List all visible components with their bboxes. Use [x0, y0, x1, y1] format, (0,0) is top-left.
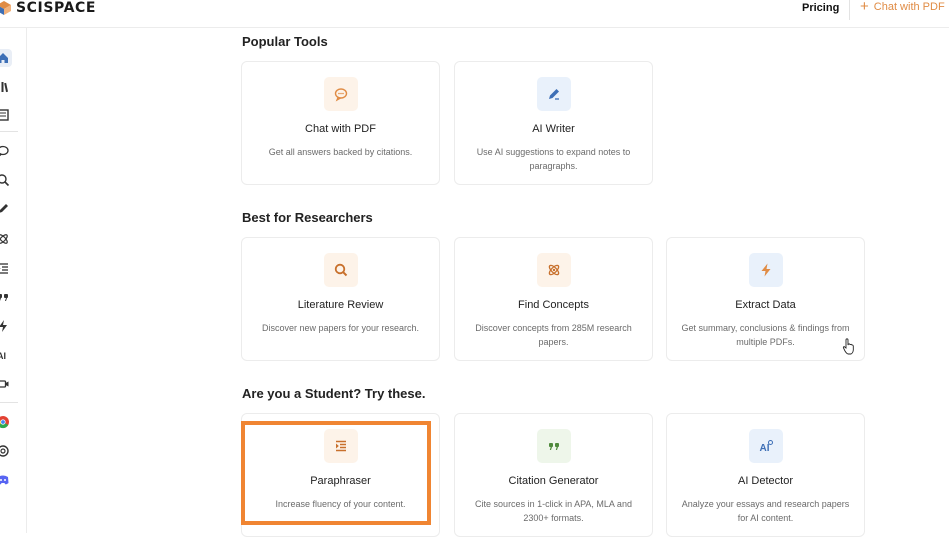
- video-icon[interactable]: [0, 375, 12, 393]
- card-description: Get summary, conclusions & findings from…: [681, 323, 850, 347]
- card-description: Discover new papers for your research.: [261, 323, 420, 333]
- quote-icon[interactable]: [0, 288, 12, 306]
- card-description: Discover concepts from 285M research pap…: [475, 323, 632, 347]
- sidebar: AI: [0, 28, 27, 533]
- card-description: Cite sources in 1-click in APA, MLA and …: [475, 499, 632, 523]
- tool-card-ai-detector[interactable]: AI AI Detector Analyze your essays and r…: [666, 413, 865, 537]
- tool-card-find-concepts[interactable]: Find Concepts Discover concepts from 285…: [454, 237, 653, 361]
- notebook-icon[interactable]: [0, 106, 12, 124]
- ai-detector-icon[interactable]: AI: [0, 346, 12, 364]
- magnifier-icon: [324, 253, 358, 287]
- tool-card-extract-data[interactable]: Extract Data Get summary, conclusions & …: [666, 237, 865, 361]
- card-title: AI Writer: [532, 123, 575, 135]
- brand-name: SCISPACE: [16, 0, 97, 16]
- chat-with-pdf-button[interactable]: + Chat with PDF: [860, 0, 945, 15]
- header-divider: [849, 0, 850, 20]
- paraphrase-icon[interactable]: [0, 259, 12, 277]
- atom-icon: [537, 253, 571, 287]
- quote-icon: [537, 429, 571, 463]
- card-title: Find Concepts: [518, 299, 589, 311]
- ai-detector-icon: AI: [749, 429, 783, 463]
- brand-logo[interactable]: SCISPACE: [0, 0, 96, 16]
- tool-card-ai-writer[interactable]: AI Writer Use AI suggestions to expand n…: [454, 61, 653, 185]
- top-bar: SCISPACE Pricing + Chat with PDF: [0, 0, 949, 28]
- pricing-link[interactable]: Pricing: [802, 2, 839, 14]
- card-description: Get all answers backed by citations.: [268, 147, 413, 157]
- section-title-best-for-researchers: Best for Researchers: [242, 210, 373, 225]
- pen-icon: [537, 77, 571, 111]
- bolt-icon: [749, 253, 783, 287]
- card-title: Chat with PDF: [305, 123, 376, 135]
- chat-icon[interactable]: [0, 142, 12, 160]
- section-title-popular-tools: Popular Tools: [242, 34, 328, 49]
- pen-icon[interactable]: [0, 200, 12, 218]
- sidebar-divider: [0, 402, 18, 403]
- scispace-logo-icon: [0, 1, 11, 15]
- concepts-icon[interactable]: [0, 230, 12, 248]
- tool-card-literature-review[interactable]: Literature Review Discover new papers fo…: [241, 237, 440, 361]
- hand-cursor-icon: [842, 338, 854, 355]
- tool-card-chat-with-pdf[interactable]: Chat with PDF Get all answers backed by …: [241, 61, 440, 185]
- discord-icon[interactable]: [0, 471, 12, 489]
- card-title: Extract Data: [735, 299, 796, 311]
- bolt-icon[interactable]: [0, 317, 12, 335]
- library-icon[interactable]: [0, 78, 12, 96]
- section-title-students: Are you a Student? Try these.: [242, 386, 426, 401]
- card-description: Use AI suggestions to expand notes to pa…: [476, 147, 631, 171]
- card-title: Citation Generator: [508, 475, 599, 487]
- search-icon[interactable]: [0, 171, 12, 189]
- chat-bubble-icon: [324, 77, 358, 111]
- plus-icon: +: [860, 0, 869, 15]
- tool-card-citation-generator[interactable]: Citation Generator Cite sources in 1-cli…: [454, 413, 653, 537]
- svg-text:AI: AI: [760, 443, 770, 454]
- sidebar-divider: [0, 131, 18, 132]
- card-title: AI Detector: [737, 475, 794, 487]
- card-description: Analyze your essays and research papers …: [681, 499, 850, 523]
- svg-text:AI: AI: [0, 351, 6, 361]
- chat-with-pdf-label: Chat with PDF: [873, 1, 945, 13]
- chrome-icon[interactable]: [0, 413, 12, 431]
- home-icon[interactable]: [0, 49, 12, 67]
- paraphraser-highlight-frame: [241, 421, 431, 525]
- card-title: Literature Review: [297, 299, 384, 311]
- openai-icon[interactable]: [0, 442, 12, 460]
